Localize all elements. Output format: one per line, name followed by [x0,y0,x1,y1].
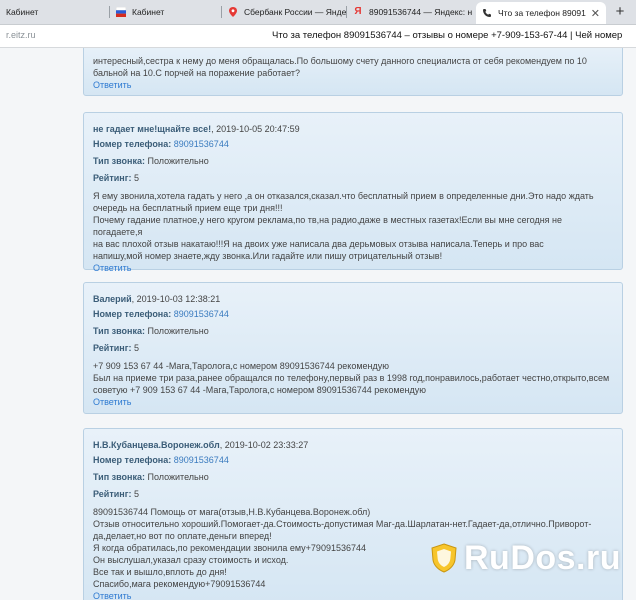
phone-row: Номер телефона: 89091536744 [93,138,612,150]
phone-label: Номер телефона: [93,139,172,149]
url-text: r.eitz.ru [6,30,36,40]
review-body: интересный,сестра к нему до меня обращал… [93,55,612,79]
reply-link[interactable]: Ответить [93,79,612,91]
call-type-label: Тип звонка: [93,472,145,482]
call-type-row: Тип звонка: Положительно [93,325,612,337]
review-header: Н.В.Кубанцева.Воронеж.обл, 2019-10-02 23… [93,439,612,451]
flag-icon [116,7,126,17]
call-type-value: Положительно [147,326,209,336]
review-date: , 2019-10-03 12:38:21 [131,294,221,304]
rating-row: Рейтинг: 5 [93,342,612,354]
phone-label: Номер телефона: [93,455,172,465]
review-author: не гадает мне!щнайте все! [93,124,212,134]
watermark: RuDos.ru [430,536,630,580]
tab-label: Кабинет [132,7,165,17]
tab-active-phone[interactable]: Что за телефон 89091536 ✕ [476,2,606,24]
review-line: Я ему звонила,хотела гадать у него ,а он… [93,191,594,201]
review-line: очередь на бесплатный прием еще три дня!… [93,203,283,213]
phone-row: Номер телефона: 89091536744 [93,308,612,320]
reviews-list: интересный,сестра к нему до меня обращал… [0,48,636,600]
review-date: , 2019-10-05 20:47:59 [211,124,300,134]
call-type-row: Тип звонка: Положительно [93,155,612,167]
tab-label: Сбербанк России — Янде [244,7,347,17]
reply-link[interactable]: Ответить [93,396,612,408]
review-card: Валерий, 2019-10-03 12:38:21 Номер телеф… [83,282,623,414]
tab-label: 89091536744 — Яндекс: н [369,7,473,17]
phone-value: 89091536744 [173,455,229,465]
rating-label: Рейтинг: [93,343,132,353]
call-type-row: Тип звонка: Положительно [93,471,612,483]
review-line: Был на приеме три раза,ранее обращался п… [93,373,610,383]
phone-label: Номер телефона: [93,309,172,319]
tab-strip: Кабинет Кабинет Сбербанк России — Янде Я… [0,0,636,25]
review-header: не гадает мне!щнайте все!, 2019-10-05 20… [93,123,612,135]
call-type-value: Положительно [147,156,209,166]
call-type-label: Тип звонка: [93,156,145,166]
close-tab-icon[interactable]: ✕ [591,7,600,20]
location-pin-icon [229,7,237,17]
tab-sberbank[interactable]: Сбербанк России — Янде [222,2,347,22]
address-bar[interactable]: r.eitz.ru Что за телефон 89091536744 – о… [0,25,636,48]
page-title: Что за телефон 89091536744 – отзывы о но… [272,30,623,41]
tab-label: Что за телефон 89091536 [498,8,586,18]
review-line: Отзыв относительно хороший.Помогает-да.С… [93,519,592,529]
rating-value: 5 [133,343,139,353]
review-date: , 2019-10-02 23:33:27 [219,440,309,450]
reply-link[interactable]: Ответить [93,590,612,600]
tab-cabinet-2[interactable]: Кабинет [110,2,222,22]
rating-value: 5 [133,489,139,499]
rating-row: Рейтинг: 5 [93,488,612,500]
phone-icon [483,9,491,17]
yandex-icon: Я [354,6,362,17]
rating-label: Рейтинг: [93,173,132,183]
review-card: интересный,сестра к нему до меня обращал… [83,48,623,96]
watermark-text: RuDos.ru [464,538,621,577]
rating-label: Рейтинг: [93,489,132,499]
rating-value: 5 [133,173,139,183]
tab-yandex-search[interactable]: Я 89091536744 — Яндекс: н [347,2,475,22]
review-line: советую +7 909 153 67 44 -Мага,Таролога,… [93,385,426,395]
phone-value: 89091536744 [173,309,229,319]
review-line: 89091536744 Помощь от мага(отзыв,Н.В.Куб… [93,507,371,517]
review-line: бальной на 10.С порчей на поражение рабо… [93,68,301,78]
review-author: Валерий [93,294,132,304]
review-header: Валерий, 2019-10-03 12:38:21 [93,293,612,305]
reply-link[interactable]: Ответить [93,262,612,274]
phone-row: Номер телефона: 89091536744 [93,454,612,466]
phone-value: 89091536744 [173,139,229,149]
new-tab-button[interactable]: + [611,4,629,20]
review-author: Н.В.Кубанцева.Воронеж.обл [93,440,220,450]
shield-logo-icon [431,543,457,573]
review-line: на вас плохой отзыв накатаю!!!Я на двоих… [93,239,544,249]
call-type-value: Положительно [147,472,209,482]
review-line: Почему гадание платное,у него кругом рек… [93,215,563,237]
call-type-label: Тип звонка: [93,326,145,336]
review-body: Я ему звонила,хотела гадать у него ,а он… [93,190,612,262]
review-line: интересный,сестра к нему до меня обращал… [93,56,587,66]
review-line: напишу,мой номер знаете,жду звонка.Или г… [93,251,443,261]
review-line: +7 909 153 67 44 -Мага,Таролога,с номеро… [93,361,390,371]
tab-label: Кабинет [6,7,39,17]
tab-cabinet-1[interactable]: Кабинет [0,2,110,22]
rating-row: Рейтинг: 5 [93,172,612,184]
review-body: +7 909 153 67 44 -Мага,Таролога,с номеро… [93,360,612,396]
review-card: не гадает мне!щнайте все!, 2019-10-05 20… [83,112,623,273]
